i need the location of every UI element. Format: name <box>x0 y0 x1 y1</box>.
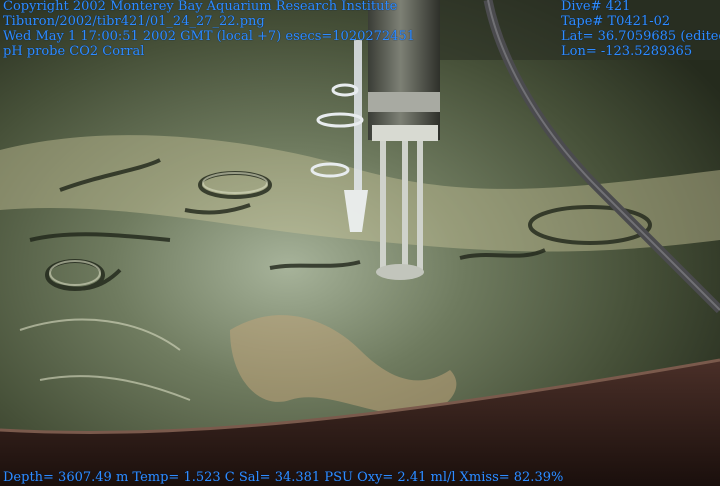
dive-number-text: Dive# 421 <box>561 0 631 14</box>
longitude-text: Lon= -123.5289365 <box>561 44 693 59</box>
rov-video-frame: Copyright 2002 Monterey Bay Aquarium Res… <box>0 0 720 486</box>
tape-number-text: Tape# T0421-02 <box>561 14 671 29</box>
seafloor-scene <box>0 0 720 486</box>
probe-clamp <box>368 92 440 112</box>
overlay-right: Dive# 421 Tape# T0421-02 Lat= 36.7059685… <box>561 0 720 59</box>
image-path-text: Tiburon/2002/tibr421/01_24_27_22.png <box>3 14 265 29</box>
timestamp-text: Wed May 1 17:00:51 2002 GMT (local +7) e… <box>3 29 415 44</box>
overlay-left: Copyright 2002 Monterey Bay Aquarium Res… <box>3 0 415 59</box>
subject-text: pH probe CO2 Corral <box>3 44 145 59</box>
sensor-readout: Depth= 3607.49 m Temp= 1.523 C Sal= 34.3… <box>3 470 564 485</box>
latitude-text: Lat= 36.7059685 (edited) <box>561 29 720 44</box>
copyright-text: Copyright 2002 Monterey Bay Aquarium Res… <box>3 0 398 14</box>
